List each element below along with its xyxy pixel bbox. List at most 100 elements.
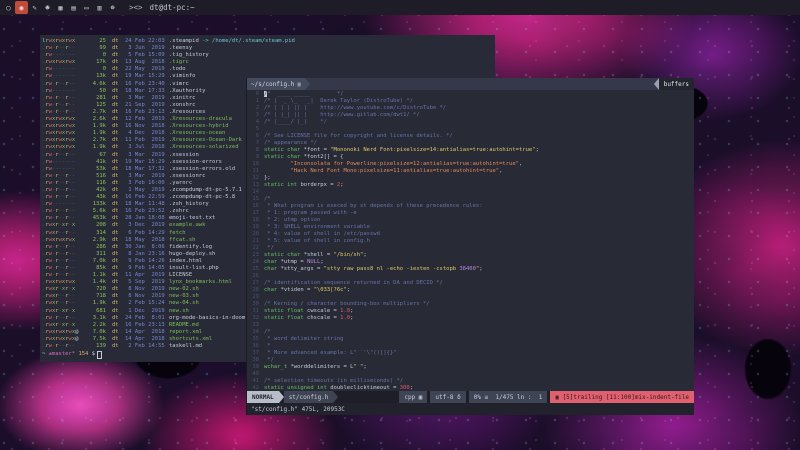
file-name: .zcompdump-dt-pc-5.7.1 — [169, 187, 242, 194]
file-size: 1.9k — [78, 300, 106, 307]
vim-window-config-h[interactable]: ~/s/config.h ▣ buffers 0/* ____ _____ */… — [246, 78, 694, 415]
file-permissions: .rwxrwxrwx — [42, 144, 78, 151]
file-name: fidentify.log — [169, 244, 212, 251]
layout-symbol[interactable]: ><> — [129, 3, 143, 12]
editor-line: 19 * 3: SHELL environment variable — [247, 224, 694, 231]
file-permissions: .rw-r--r-- — [42, 265, 78, 272]
file-owner: dt — [112, 73, 122, 80]
code-segment: , — [519, 161, 522, 167]
line-code: */ — [264, 357, 274, 364]
file-permissions: .rw-r--r-- — [42, 272, 78, 279]
vim-command-line[interactable]: "st/config.h" 475L, 20953C — [247, 403, 694, 415]
line-code: * More advanced example: L" `'\"()[]{}" — [264, 350, 396, 357]
perm-char: - — [72, 66, 75, 72]
file-size: 3.1k — [78, 315, 106, 322]
code-segment: ; — [350, 315, 353, 321]
active-tag-icon[interactable]: ◉ — [15, 1, 28, 14]
files-tag-icon[interactable]: ▤ — [67, 1, 80, 14]
code-segment: /* | | | || | http://www.youtube.com/c/D… — [264, 105, 446, 111]
file-permissions: .rwxr-xr-x — [42, 322, 78, 329]
editor-line: 15/* — [247, 196, 694, 203]
line-code: /* appearance */ — [264, 140, 317, 147]
code-segment: /* — [264, 329, 271, 335]
code-segment — [264, 168, 291, 174]
line-number: 8 — [247, 147, 259, 154]
file-size: 0 — [78, 66, 106, 73]
perm-char: - — [72, 194, 75, 200]
line-number: 25 — [247, 266, 259, 273]
file-permissions: .rw------- — [42, 66, 78, 73]
line-number: 11 — [247, 168, 259, 175]
browser-tag-icon[interactable]: ◯ — [2, 1, 15, 14]
file-size: 2.7k — [78, 137, 106, 144]
code-segment: *shell = — [304, 252, 334, 258]
editor-line: 38 */ — [247, 357, 694, 364]
line-number: 14 — [247, 189, 259, 196]
whitespace-warning-badge: ▣ [5]trailing [11:100]mix-indent-file — [550, 391, 694, 403]
line-number: 13 — [247, 182, 259, 189]
line-code: static float chscale = 1.0; — [264, 315, 353, 322]
docs-tag-icon[interactable]: ▥ — [93, 1, 106, 14]
line-code: "Hack Nerd Font Mono:pixelsize=11:antial… — [264, 168, 502, 175]
powerline-arrow-icon — [305, 78, 310, 90]
line-number: 26 — [247, 273, 259, 280]
file-owner: dt — [112, 152, 122, 159]
editor-line: 30/* Kerning / character bounding-box mu… — [247, 301, 694, 308]
file-date: 18 Mar 11:48 — [125, 201, 167, 208]
line-number: 37 — [247, 350, 259, 357]
file-permissions: .rwxr--r-- — [42, 230, 78, 237]
status-bar: ◯◉✎☻▦▤▭▥☸ ><> dt@dt-pc:~ — [0, 0, 800, 15]
file-permissions: .rwxr-xr-x — [42, 308, 78, 315]
editor-line: 34/* — [247, 329, 694, 336]
line-number: 40 — [247, 371, 259, 378]
prompt-job-count: 154 — [78, 351, 88, 358]
file-date: 9 Feb 14:05 — [125, 265, 167, 272]
file-permissions: .rw-r--r-- — [42, 343, 78, 350]
perm-char: - — [72, 230, 75, 236]
file-size: 314 — [78, 230, 106, 237]
file-owner: dt — [112, 293, 122, 300]
file-owner: dt — [112, 173, 122, 180]
file-owner: dt — [112, 45, 122, 52]
settings-tag-icon[interactable]: ☸ — [106, 1, 119, 14]
focused-window-title: dt@dt-pc:~ — [150, 3, 195, 12]
perm-char: x — [72, 130, 75, 136]
file-size: 43k — [78, 194, 106, 201]
code-segment: *font = — [304, 147, 331, 153]
file-date: 16 Feb 22:59 — [125, 194, 167, 201]
editor-buffer[interactable]: 0/* ____ _____ */1/* | _ \_ _| Derek Tay… — [247, 90, 694, 391]
image-tag-icon[interactable]: ▦ — [54, 1, 67, 14]
line-number: 20 — [247, 231, 259, 238]
code-segment: 1.0 — [340, 308, 350, 314]
file-owner: dt — [112, 258, 122, 265]
file-size: 116 — [78, 180, 106, 187]
perm-char: - — [72, 81, 75, 87]
line-number: 17 — [247, 210, 259, 217]
file-size: 718 — [78, 293, 106, 300]
code-segment: "stty raw pass8 nl -echo -iexten -cstopb — [324, 266, 460, 272]
editor-line: 21 * 5: value of shell in config.h — [247, 238, 694, 245]
perm-char: x — [72, 222, 75, 228]
file-date: 8 Jan 23:16 — [125, 251, 167, 258]
perm-char: - — [72, 215, 75, 221]
file-name: example.awk — [169, 222, 205, 229]
cursor-position-indicator: 0% ≡ 1/475 ln : 1 — [469, 391, 548, 403]
editor-line: 3/* | |_| || | http://www.gitlab.com/dwt… — [247, 112, 694, 119]
code-segment: */ — [264, 357, 274, 363]
file-permissions: .rw-r--r-- — [42, 244, 78, 251]
statusline-spacer — [338, 391, 396, 403]
file-owner: dt — [112, 322, 122, 329]
file-owner: dt — [112, 244, 122, 251]
file-name: taskell.md — [169, 343, 202, 350]
file-date: 19 Mar 15:29 — [125, 73, 167, 80]
window-tag-icon[interactable]: ▭ — [80, 1, 93, 14]
file-date: 8 Nov 2019 — [125, 293, 167, 300]
code-segment: * More advanced example: L" `'\"()[]{}" — [264, 350, 396, 356]
file-permissions: .rw-r--r-- — [42, 208, 78, 215]
file-name: new-02.sh — [169, 286, 199, 293]
edit-tag-icon[interactable]: ✎ — [28, 1, 41, 14]
tab-config-h[interactable]: ~/s/config.h ▣ — [247, 78, 305, 90]
chat-tag-icon[interactable]: ☻ — [41, 1, 54, 14]
buffers-label[interactable]: buffers — [659, 78, 694, 90]
code-segment: NULL — [307, 259, 320, 265]
